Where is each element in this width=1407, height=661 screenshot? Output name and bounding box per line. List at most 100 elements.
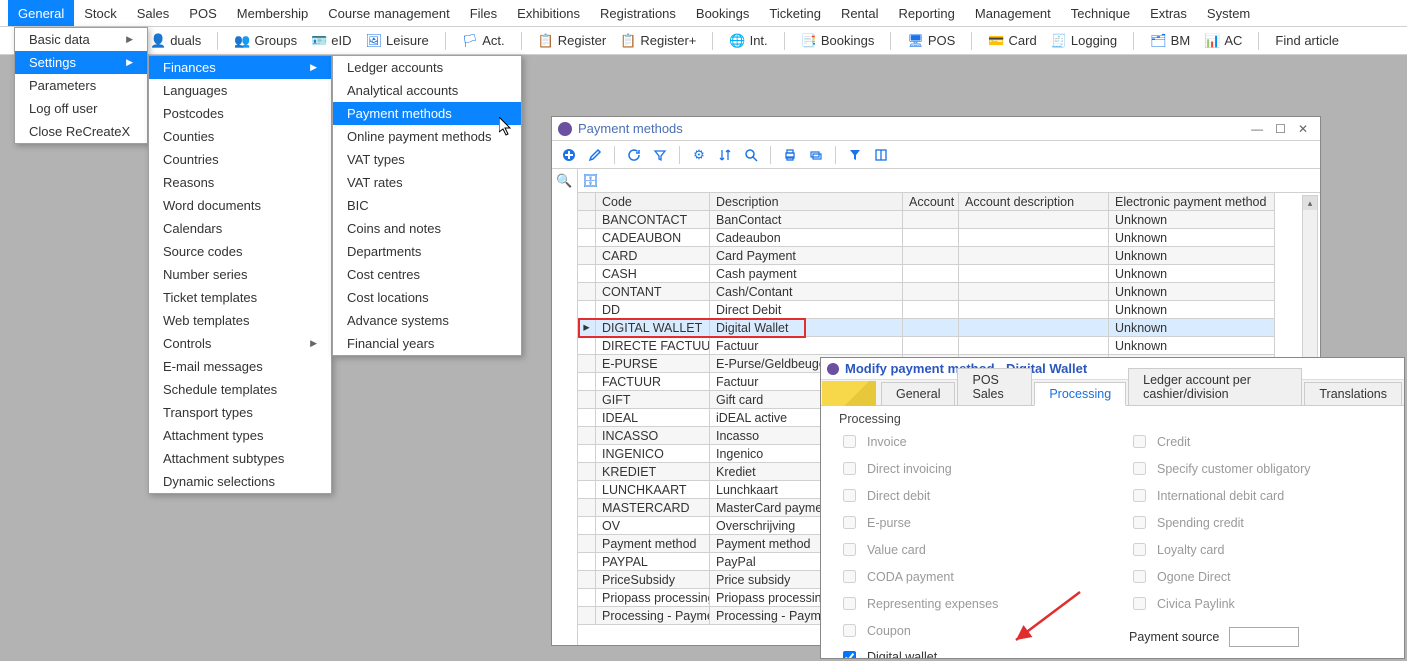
menu-item-web-templates[interactable]: Web templates	[149, 309, 331, 332]
menu-extras[interactable]: Extras	[1140, 0, 1197, 26]
menu-bookings[interactable]: Bookings	[686, 0, 759, 26]
table-row[interactable]: DIRECTE FACTUURFactuurUnknown	[578, 337, 1320, 355]
menu-membership[interactable]: Membership	[227, 0, 319, 26]
menu-item-departments[interactable]: Departments	[333, 240, 521, 263]
menu-course-management[interactable]: Course management	[318, 0, 459, 26]
menu-item-log-off-user[interactable]: Log off user	[15, 97, 147, 120]
columns-icon[interactable]	[870, 144, 892, 166]
checkbox-direct-invoicing[interactable]: Direct invoicing	[839, 459, 1119, 478]
checkbox-intersolve-giftcard[interactable]: Intersolve GiftCard	[1129, 655, 1311, 658]
edit-icon[interactable]	[584, 144, 606, 166]
menu-sales[interactable]: Sales	[127, 0, 180, 26]
toolbar-individuals[interactable]: 👤duals	[146, 33, 205, 49]
toolbar-register-[interactable]: 📋Register+	[616, 33, 700, 49]
table-row[interactable]: CADEAUBONCadeaubonUnknown	[578, 229, 1320, 247]
tab-translations[interactable]: Translations	[1304, 382, 1402, 405]
tab-general[interactable]: General	[881, 382, 955, 405]
column-header-code[interactable]: Code	[596, 193, 710, 211]
menu-system[interactable]: System	[1197, 0, 1260, 26]
checkbox-representing-expenses[interactable]: Representing expenses	[839, 594, 1119, 613]
menu-item-ledger-accounts[interactable]: Ledger accounts	[333, 56, 521, 79]
refresh-icon[interactable]	[623, 144, 645, 166]
checkbox-digital-wallet[interactable]: Digital wallet	[839, 648, 1119, 658]
toolbar-logging[interactable]: 🧾Logging	[1047, 33, 1121, 49]
column-header-selector[interactable]	[578, 193, 596, 211]
menu-item-finances[interactable]: Finances▶	[149, 56, 331, 79]
filter-icon[interactable]	[649, 144, 671, 166]
menu-item-word-documents[interactable]: Word documents	[149, 194, 331, 217]
menu-registrations[interactable]: Registrations	[590, 0, 686, 26]
menu-item-advance-systems[interactable]: Advance systems	[333, 309, 521, 332]
menu-item-attachment-types[interactable]: Attachment types	[149, 424, 331, 447]
checkbox-direct-debit[interactable]: Direct debit	[839, 486, 1119, 505]
checkbox-specify-customer-obligatory[interactable]: Specify customer obligatory	[1129, 459, 1311, 478]
inspect-icon[interactable]: 🔍	[556, 173, 572, 189]
menu-pos[interactable]: POS	[179, 0, 226, 26]
menu-item-analytical-accounts[interactable]: Analytical accounts	[333, 79, 521, 102]
table-row[interactable]: CASHCash paymentUnknown	[578, 265, 1320, 283]
menu-technique[interactable]: Technique	[1061, 0, 1140, 26]
toolbar-groups[interactable]: 👥Groups	[230, 33, 301, 49]
menu-item-basic-data[interactable]: Basic data▶	[15, 28, 147, 51]
table-row[interactable]: CARDCard PaymentUnknown	[578, 247, 1320, 265]
database-icon[interactable]: 🗄	[582, 173, 599, 189]
toolbar-card[interactable]: 💳Card	[984, 33, 1040, 49]
checkbox-coupon[interactable]: Coupon	[839, 621, 1119, 640]
toolbar-eid[interactable]: 🪪eID	[307, 33, 355, 49]
toolbar-leisure[interactable]: 🖼Leisure	[362, 33, 433, 49]
checkbox-civica-paylink[interactable]: Civica Paylink	[1129, 594, 1311, 613]
payment-source-field[interactable]	[1229, 627, 1299, 647]
menu-ticketing[interactable]: Ticketing	[759, 0, 831, 26]
print-icon[interactable]	[779, 144, 801, 166]
maximize-button[interactable]: ☐	[1269, 122, 1292, 136]
menu-item-coins-and-notes[interactable]: Coins and notes	[333, 217, 521, 240]
menu-item-settings[interactable]: Settings▶	[15, 51, 147, 74]
tab-pos-sales[interactable]: POS Sales	[957, 368, 1032, 405]
checkbox-invoice[interactable]: Invoice	[839, 432, 1119, 451]
menu-item-payment-methods[interactable]: Payment methods	[333, 102, 521, 125]
menu-item-cost-centres[interactable]: Cost centres	[333, 263, 521, 286]
checkbox-spending-credit[interactable]: Spending credit	[1129, 513, 1311, 532]
checkbox-e-purse[interactable]: E-purse	[839, 513, 1119, 532]
menu-exhibitions[interactable]: Exhibitions	[507, 0, 590, 26]
toolbar-act-[interactable]: 🏳Act.	[458, 33, 509, 49]
toolbar-bm[interactable]: 🗂BM	[1146, 33, 1194, 49]
menu-item-languages[interactable]: Languages	[149, 79, 331, 102]
close-button[interactable]: ✕	[1292, 122, 1314, 136]
toolbar-ac[interactable]: 📊AC	[1200, 33, 1246, 49]
menu-item-cost-locations[interactable]: Cost locations	[333, 286, 521, 309]
add-icon[interactable]	[558, 144, 580, 166]
minimize-button[interactable]: —	[1245, 122, 1269, 136]
checkbox-ogone-direct[interactable]: Ogone Direct	[1129, 567, 1311, 586]
column-header-account[interactable]: Account	[903, 193, 959, 211]
menu-item-financial-years[interactable]: Financial years	[333, 332, 521, 355]
toolbar-int-[interactable]: 🌐Int.	[725, 33, 771, 49]
table-row[interactable]: CONTANTCash/ContantUnknown	[578, 283, 1320, 301]
menu-item-schedule-templates[interactable]: Schedule templates	[149, 378, 331, 401]
checkbox-loyalty-card[interactable]: Loyalty card	[1129, 540, 1311, 559]
table-row[interactable]: ▸DIGITAL WALLETDigital WalletUnknown	[578, 319, 1320, 337]
menu-item-reasons[interactable]: Reasons	[149, 171, 331, 194]
column-header-account-description[interactable]: Account description	[959, 193, 1109, 211]
column-header-description[interactable]: Description	[710, 193, 903, 211]
menu-item-postcodes[interactable]: Postcodes	[149, 102, 331, 125]
find-article-label[interactable]: Find article	[1275, 33, 1339, 48]
toolbar-bookings[interactable]: 📑Bookings	[797, 33, 879, 49]
menu-item-vat-types[interactable]: VAT types	[333, 148, 521, 171]
menu-item-ticket-templates[interactable]: Ticket templates	[149, 286, 331, 309]
checkbox-value-card[interactable]: Value card	[839, 540, 1119, 559]
sort-icon[interactable]	[714, 144, 736, 166]
menu-item-attachment-subtypes[interactable]: Attachment subtypes	[149, 447, 331, 470]
menu-item-dynamic-selections[interactable]: Dynamic selections	[149, 470, 331, 493]
menu-item-vat-rates[interactable]: VAT rates	[333, 171, 521, 194]
print-all-icon[interactable]	[805, 144, 827, 166]
gear-icon[interactable]: ⚙	[688, 144, 710, 166]
menu-item-e-mail-messages[interactable]: E-mail messages	[149, 355, 331, 378]
table-row[interactable]: DDDirect DebitUnknown	[578, 301, 1320, 319]
menu-stock[interactable]: Stock	[74, 0, 127, 26]
menu-item-transport-types[interactable]: Transport types	[149, 401, 331, 424]
checkbox-international-debit-card[interactable]: International debit card	[1129, 486, 1311, 505]
menu-item-online-payment-methods[interactable]: Online payment methods	[333, 125, 521, 148]
column-header-electronic-payment-method[interactable]: Electronic payment method	[1109, 193, 1275, 211]
toolbar-register[interactable]: 📋Register	[534, 33, 611, 49]
